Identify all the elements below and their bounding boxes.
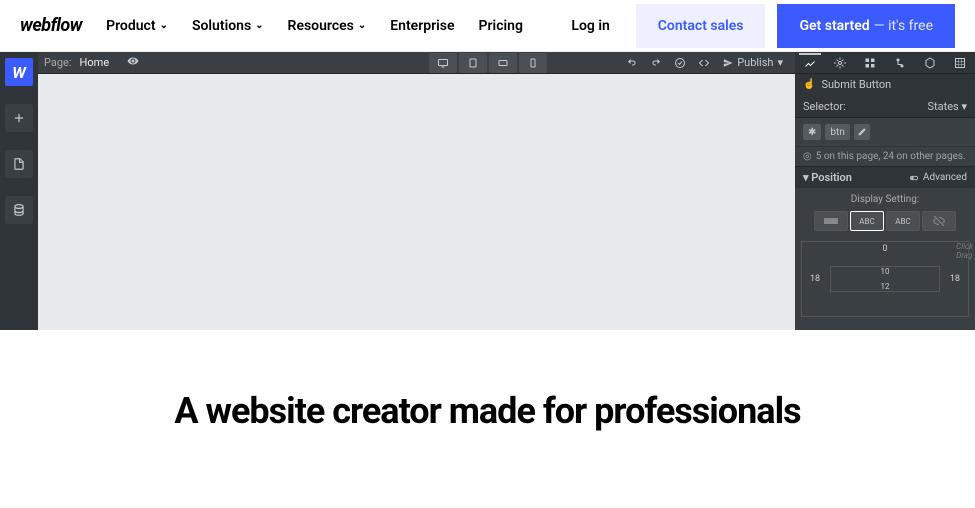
nav-resources[interactable]: Resources ⌄ <box>288 18 367 34</box>
chevron-down-icon: ⌄ <box>358 20 366 31</box>
padding-top[interactable]: 10 <box>881 267 890 276</box>
display-label: Display Setting: <box>803 194 967 205</box>
spacing-model[interactable]: Click Drag 0 18 18 10 12 <box>795 237 975 317</box>
nav-solutions[interactable]: Solutions ⌄ <box>192 18 264 34</box>
nav-solutions-label: Solutions <box>192 18 251 34</box>
chevron-down-icon: ⌄ <box>255 20 263 31</box>
edit-class-icon[interactable] <box>854 124 870 140</box>
count-text: 5 on this page, 24 on other pages. <box>816 151 966 162</box>
get-started-label: Get started <box>799 18 869 34</box>
device-desktop[interactable] <box>429 53 457 73</box>
chevron-down-icon: ▾ <box>777 56 783 69</box>
states-label: States <box>928 100 959 113</box>
nav-menu: Product ⌄ Solutions ⌄ Resources ⌄ Enterpris… <box>106 18 523 34</box>
code-button[interactable] <box>693 53 715 73</box>
instance-count: ◎ 5 on this page, 24 on other pages. <box>795 147 975 167</box>
element-name: Submit Button <box>821 78 891 91</box>
preview-icon[interactable] <box>127 55 139 70</box>
designer-toolbar: Page: Home Publish ▾ <box>38 52 795 74</box>
target-icon: ◎ <box>803 151 812 162</box>
collapse-icon: ▾ <box>803 171 809 184</box>
undo-button[interactable] <box>621 53 643 73</box>
nav-pricing[interactable]: Pricing <box>479 18 523 34</box>
main-area: Page: Home Publish ▾ <box>38 52 795 330</box>
states-dropdown[interactable]: States ▾ <box>928 100 967 113</box>
style-tab[interactable] <box>799 53 821 73</box>
interactions-tab[interactable] <box>889 53 911 73</box>
pointer-icon: ☝ <box>803 79 815 90</box>
class-tags: ✱ btn <box>795 118 975 147</box>
nav-enterprise[interactable]: Enterprise <box>390 18 454 34</box>
device-tablet-landscape[interactable] <box>489 53 517 73</box>
toolbar-right: Publish ▾ <box>621 53 789 73</box>
settings-tab[interactable] <box>829 53 851 73</box>
add-element-button[interactable] <box>5 104 33 132</box>
margin-box: 0 18 18 10 12 <box>801 241 969 317</box>
canvas[interactable] <box>38 74 795 330</box>
designer-ui: W Page: Home <box>0 52 975 330</box>
page-label: Page: <box>44 56 72 69</box>
margin-right[interactable]: 18 <box>950 274 960 284</box>
redo-button[interactable] <box>645 53 667 73</box>
panel-tabs <box>795 52 975 74</box>
page-name[interactable]: Home <box>80 56 110 69</box>
pages-button[interactable] <box>5 150 33 178</box>
layout-tab[interactable] <box>859 53 881 73</box>
class-tag-btn[interactable]: btn <box>825 124 849 140</box>
contact-sales-button[interactable]: Contact sales <box>636 4 766 48</box>
login-button[interactable]: Log in <box>557 8 623 44</box>
headline-text: A website creator made for professionals <box>20 390 955 433</box>
nav-right: Log in Contact sales Get started — it's … <box>557 4 955 48</box>
element-indicator: ☝ Submit Button <box>795 74 975 96</box>
nav-resources-label: Resources <box>288 18 354 34</box>
chevron-down-icon: ⌄ <box>160 20 168 31</box>
nav-pricing-label: Pricing <box>479 18 523 34</box>
display-none[interactable] <box>922 211 956 231</box>
device-mobile[interactable] <box>519 53 547 73</box>
device-switcher <box>429 53 547 73</box>
display-block[interactable] <box>814 211 848 231</box>
advanced-label: Advanced <box>923 172 967 183</box>
logo[interactable]: webflow <box>20 15 82 36</box>
margin-top[interactable]: 0 <box>882 244 887 254</box>
position-section-header[interactable]: ▾ Position Advanced <box>795 167 975 188</box>
grid-tab[interactable] <box>949 53 971 73</box>
element-tab[interactable] <box>919 53 941 73</box>
nav-product-label: Product <box>106 18 155 34</box>
left-sidebar: W <box>0 52 38 330</box>
publish-label: Publish <box>737 56 773 69</box>
padding-bottom[interactable]: 12 <box>881 282 890 291</box>
publish-button[interactable]: Publish ▾ <box>717 56 789 69</box>
get-started-button[interactable]: Get started — it's free <box>777 4 955 48</box>
display-inline-block[interactable]: ABC <box>850 211 884 231</box>
nav-enterprise-label: Enterprise <box>390 18 454 34</box>
get-started-suffix: — it's free <box>874 18 933 34</box>
position-label: Position <box>811 171 852 184</box>
hero-headline: A website creator made for professionals <box>0 330 975 493</box>
selector-row: Selector: States ▾ <box>795 96 975 118</box>
advanced-toggle[interactable]: Advanced <box>909 172 967 183</box>
display-buttons: ABC ABC <box>803 211 967 231</box>
selector-label: Selector: <box>803 100 846 113</box>
toolbar-left: Page: Home <box>44 55 139 70</box>
check-button[interactable] <box>669 53 691 73</box>
cms-button[interactable] <box>5 196 33 224</box>
style-panel: ☝ Submit Button Selector: States ▾ ✱ btn… <box>795 52 975 330</box>
top-navigation: webflow Product ⌄ Solutions ⌄ Resources ⌄ E… <box>0 0 975 52</box>
padding-box: 10 12 <box>830 266 940 292</box>
display-inline[interactable]: ABC <box>886 211 920 231</box>
class-tag-all[interactable]: ✱ <box>803 124 821 140</box>
nav-product[interactable]: Product ⌄ <box>106 18 168 34</box>
display-setting: Display Setting: ABC ABC <box>795 188 975 237</box>
margin-left[interactable]: 18 <box>810 274 820 284</box>
webflow-w-icon[interactable]: W <box>5 58 33 86</box>
device-tablet[interactable] <box>459 53 487 73</box>
